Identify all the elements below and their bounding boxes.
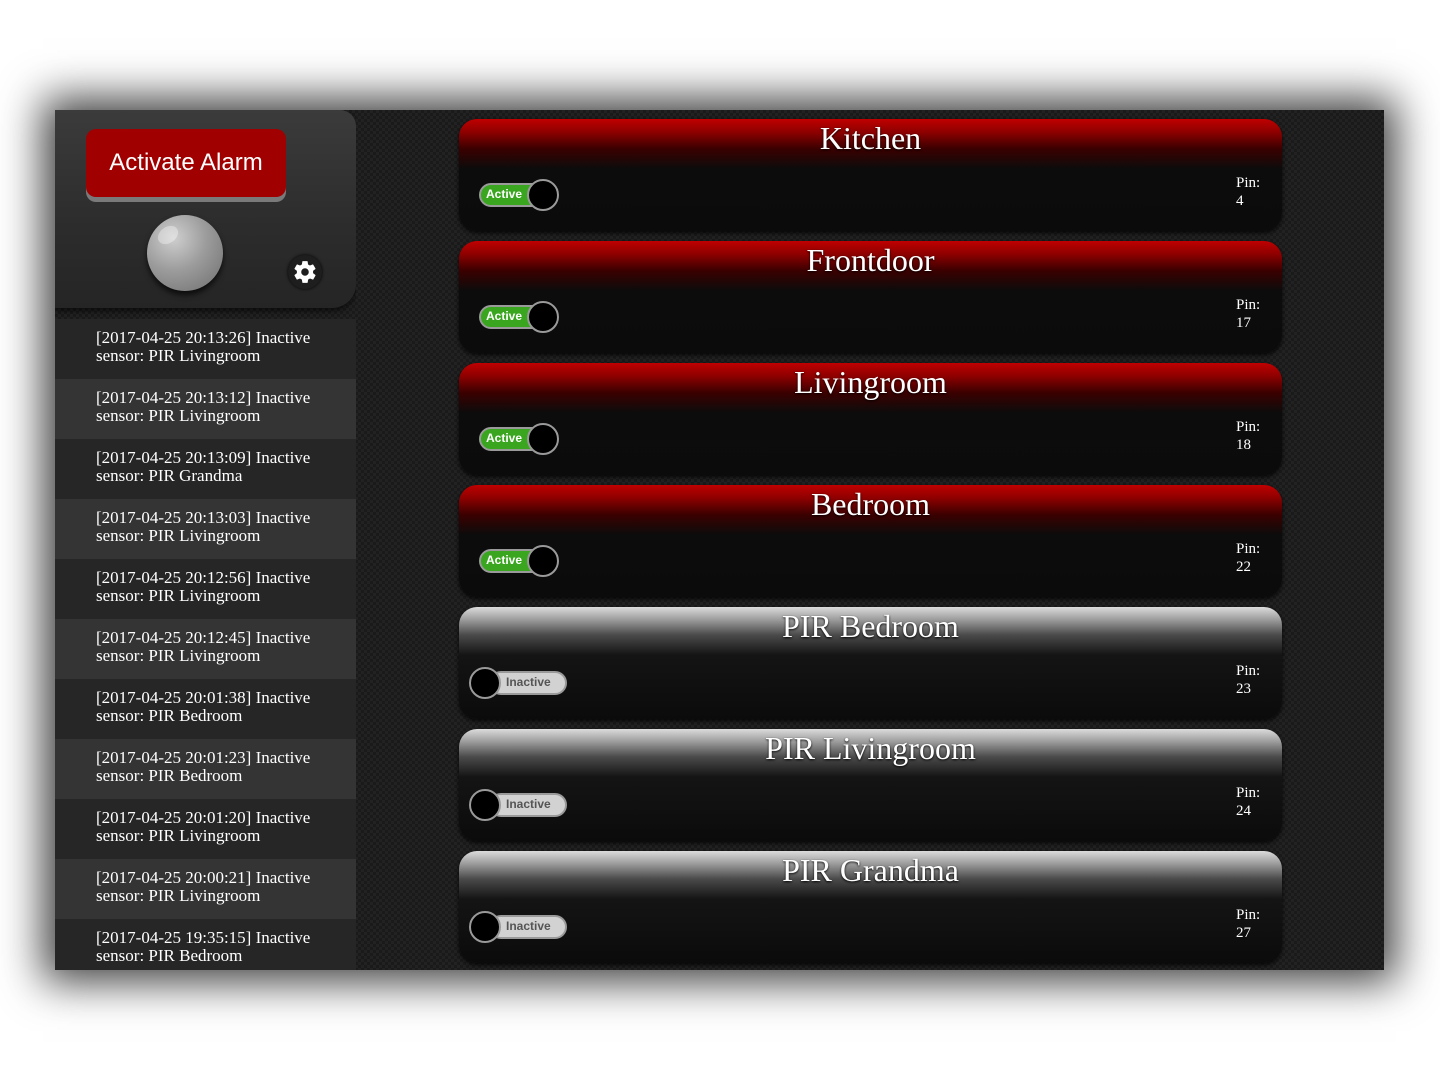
gear-icon (294, 261, 316, 283)
log-entry: [2017-04-25 20:12:45] Inactive sensor: PI… (55, 619, 356, 679)
log-entry-sensor: sensor: PIR Livingroom (96, 586, 261, 605)
toggle-label: Active (486, 187, 523, 201)
log-entry: [2017-04-25 20:13:12] Inactive sensor: PI… (55, 379, 356, 439)
log-entry-time: [2017-04-25 20:01:23] Inactive (96, 748, 311, 767)
pin-value: 18 (1236, 437, 1251, 453)
toggle-knob (469, 667, 501, 699)
pin-value: 17 (1236, 315, 1251, 331)
sensor-name: Livingroom (794, 364, 947, 400)
sensor-toggle-kitchen[interactable]: Active (479, 179, 559, 211)
sensor-card-kitchen: Kitchen Active Pin: 4 (459, 119, 1282, 231)
log-entry-sensor: sensor: PIR Livingroom (96, 886, 261, 905)
alarm-control-panel: Activate Alarm (55, 110, 356, 308)
sensor-toggle-frontdoor[interactable]: Active (479, 301, 559, 333)
pin-label: Pin: (1236, 541, 1261, 557)
log-entry: [2017-04-25 20:00:21] Inactive sensor: PI… (55, 859, 356, 919)
alarm-status-light (147, 215, 223, 291)
toggle-knob (469, 789, 501, 821)
log-entry-sensor: sensor: PIR Livingroom (96, 346, 261, 365)
sensor-list: Kitchen Active Pin: 4 Frontdoor Active Pi… (459, 119, 1282, 970)
sensor-toggle-pir-bedroom[interactable]: Inactive (469, 667, 567, 699)
sensor-name: Frontdoor (806, 242, 935, 278)
sensor-card-pir-grandma: PIR Grandma Inactive Pin: 27 (459, 851, 1282, 963)
toggle-label: Inactive (506, 675, 551, 689)
log-entry: [2017-04-25 20:13:09] Inactive sensor: PI… (55, 439, 356, 499)
sensor-pin: Pin: 22 (1236, 540, 1260, 576)
event-log: [2017-04-25 20:13:26] Inactive sensor: PI… (55, 319, 356, 970)
sensor-pin: Pin: 4 (1236, 174, 1260, 210)
log-entry: [2017-04-25 20:13:03] Inactive sensor: PI… (55, 499, 356, 559)
log-entry: [2017-04-25 20:01:38] Inactive sensor: PI… (55, 679, 356, 739)
pin-label: Pin: (1236, 907, 1261, 923)
sensor-pin: Pin: 23 (1236, 662, 1260, 698)
toggle-label: Active (486, 309, 523, 323)
log-entry-time: [2017-04-25 20:13:03] Inactive (96, 508, 311, 527)
sensor-toggle-livingroom[interactable]: Active (479, 423, 559, 455)
sensor-card-frontdoor: Frontdoor Active Pin: 17 (459, 241, 1282, 353)
sensor-card-livingroom: Livingroom Active Pin: 18 (459, 363, 1282, 475)
pin-value: 23 (1236, 681, 1251, 697)
sensor-pin: Pin: 18 (1236, 418, 1260, 454)
pin-label: Pin: (1236, 297, 1261, 313)
settings-button[interactable] (288, 255, 322, 289)
log-entry-sensor: sensor: PIR Bedroom (96, 706, 243, 725)
pin-label: Pin: (1236, 175, 1261, 191)
pin-value: 27 (1236, 925, 1251, 941)
toggle-label: Active (486, 553, 523, 567)
sensor-pin: Pin: 27 (1236, 906, 1260, 942)
pin-label: Pin: (1236, 419, 1261, 435)
sensor-pin: Pin: 17 (1236, 296, 1260, 332)
pin-value: 24 (1236, 803, 1251, 819)
sensor-toggle-pir-livingroom[interactable]: Inactive (469, 789, 567, 821)
log-entry-time: [2017-04-25 20:12:56] Inactive (96, 568, 311, 587)
toggle-knob (527, 179, 559, 211)
sensor-card-pir-bedroom: PIR Bedroom Inactive Pin: 23 (459, 607, 1282, 719)
log-entry-sensor: sensor: PIR Livingroom (96, 826, 261, 845)
toggle-label: Inactive (506, 919, 551, 933)
log-entry-time: [2017-04-25 20:01:38] Inactive (96, 688, 311, 707)
sensor-name: Bedroom (810, 486, 931, 522)
log-entry: [2017-04-25 20:12:56] Inactive sensor: PI… (55, 559, 356, 619)
log-entry-time: [2017-04-25 19:35:15] Inactive (96, 928, 311, 947)
toggle-label: Active (486, 431, 523, 445)
log-entry-time: [2017-04-25 20:01:20] Inactive (96, 808, 311, 827)
app-window: Activate Alarm [2017-04-25 20:13:26] Ina… (55, 110, 1384, 970)
log-entry-sensor: sensor: PIR Bedroom (96, 766, 243, 785)
toggle-label: Inactive (506, 797, 551, 811)
activate-alarm-button[interactable]: Activate Alarm (86, 129, 286, 197)
sensor-card-bedroom: Bedroom Active Pin: 22 (459, 485, 1282, 597)
log-entry-time: [2017-04-25 20:12:45] Inactive (96, 628, 311, 647)
log-entry-time: [2017-04-25 20:00:21] Inactive (96, 868, 311, 887)
log-entry-sensor: sensor: PIR Livingroom (96, 526, 261, 545)
toggle-knob (527, 545, 559, 577)
pin-label: Pin: (1236, 663, 1261, 679)
sidebar: Activate Alarm [2017-04-25 20:13:26] Ina… (55, 110, 356, 970)
pin-value: 22 (1236, 559, 1251, 575)
toggle-knob (469, 911, 501, 943)
sensor-pin: Pin: 24 (1236, 784, 1260, 820)
log-entry: [2017-04-25 20:01:23] Inactive sensor: PI… (55, 739, 356, 799)
pin-value: 4 (1236, 193, 1244, 209)
log-entry-time: [2017-04-25 20:13:09] Inactive (96, 448, 311, 467)
sensor-name: PIR Grandma (782, 852, 959, 888)
log-entry: [2017-04-25 20:01:20] Inactive sensor: PI… (55, 799, 356, 859)
sensor-name: Kitchen (819, 120, 922, 156)
log-entry-time: [2017-04-25 20:13:12] Inactive (96, 388, 311, 407)
log-entry-sensor: sensor: PIR Bedroom (96, 946, 243, 965)
log-entry: [2017-04-25 19:35:15] Inactive sensor: PI… (55, 919, 356, 970)
log-entry-sensor: sensor: PIR Grandma (96, 466, 243, 485)
log-entry-sensor: sensor: PIR Livingroom (96, 646, 261, 665)
sensor-toggle-bedroom[interactable]: Active (479, 545, 559, 577)
log-entry-sensor: sensor: PIR Livingroom (96, 406, 261, 425)
log-entry-time: [2017-04-25 20:13:26] Inactive (96, 328, 311, 347)
sensor-toggle-pir-grandma[interactable]: Inactive (469, 911, 567, 943)
sensor-name: PIR Bedroom (782, 608, 959, 644)
sensor-name: PIR Livingroom (765, 730, 976, 766)
pin-label: Pin: (1236, 785, 1261, 801)
log-entry: [2017-04-25 20:13:26] Inactive sensor: PI… (55, 319, 356, 379)
sensor-card-pir-livingroom: PIR Livingroom Inactive Pin: 24 (459, 729, 1282, 841)
toggle-knob (527, 423, 559, 455)
toggle-knob (527, 301, 559, 333)
